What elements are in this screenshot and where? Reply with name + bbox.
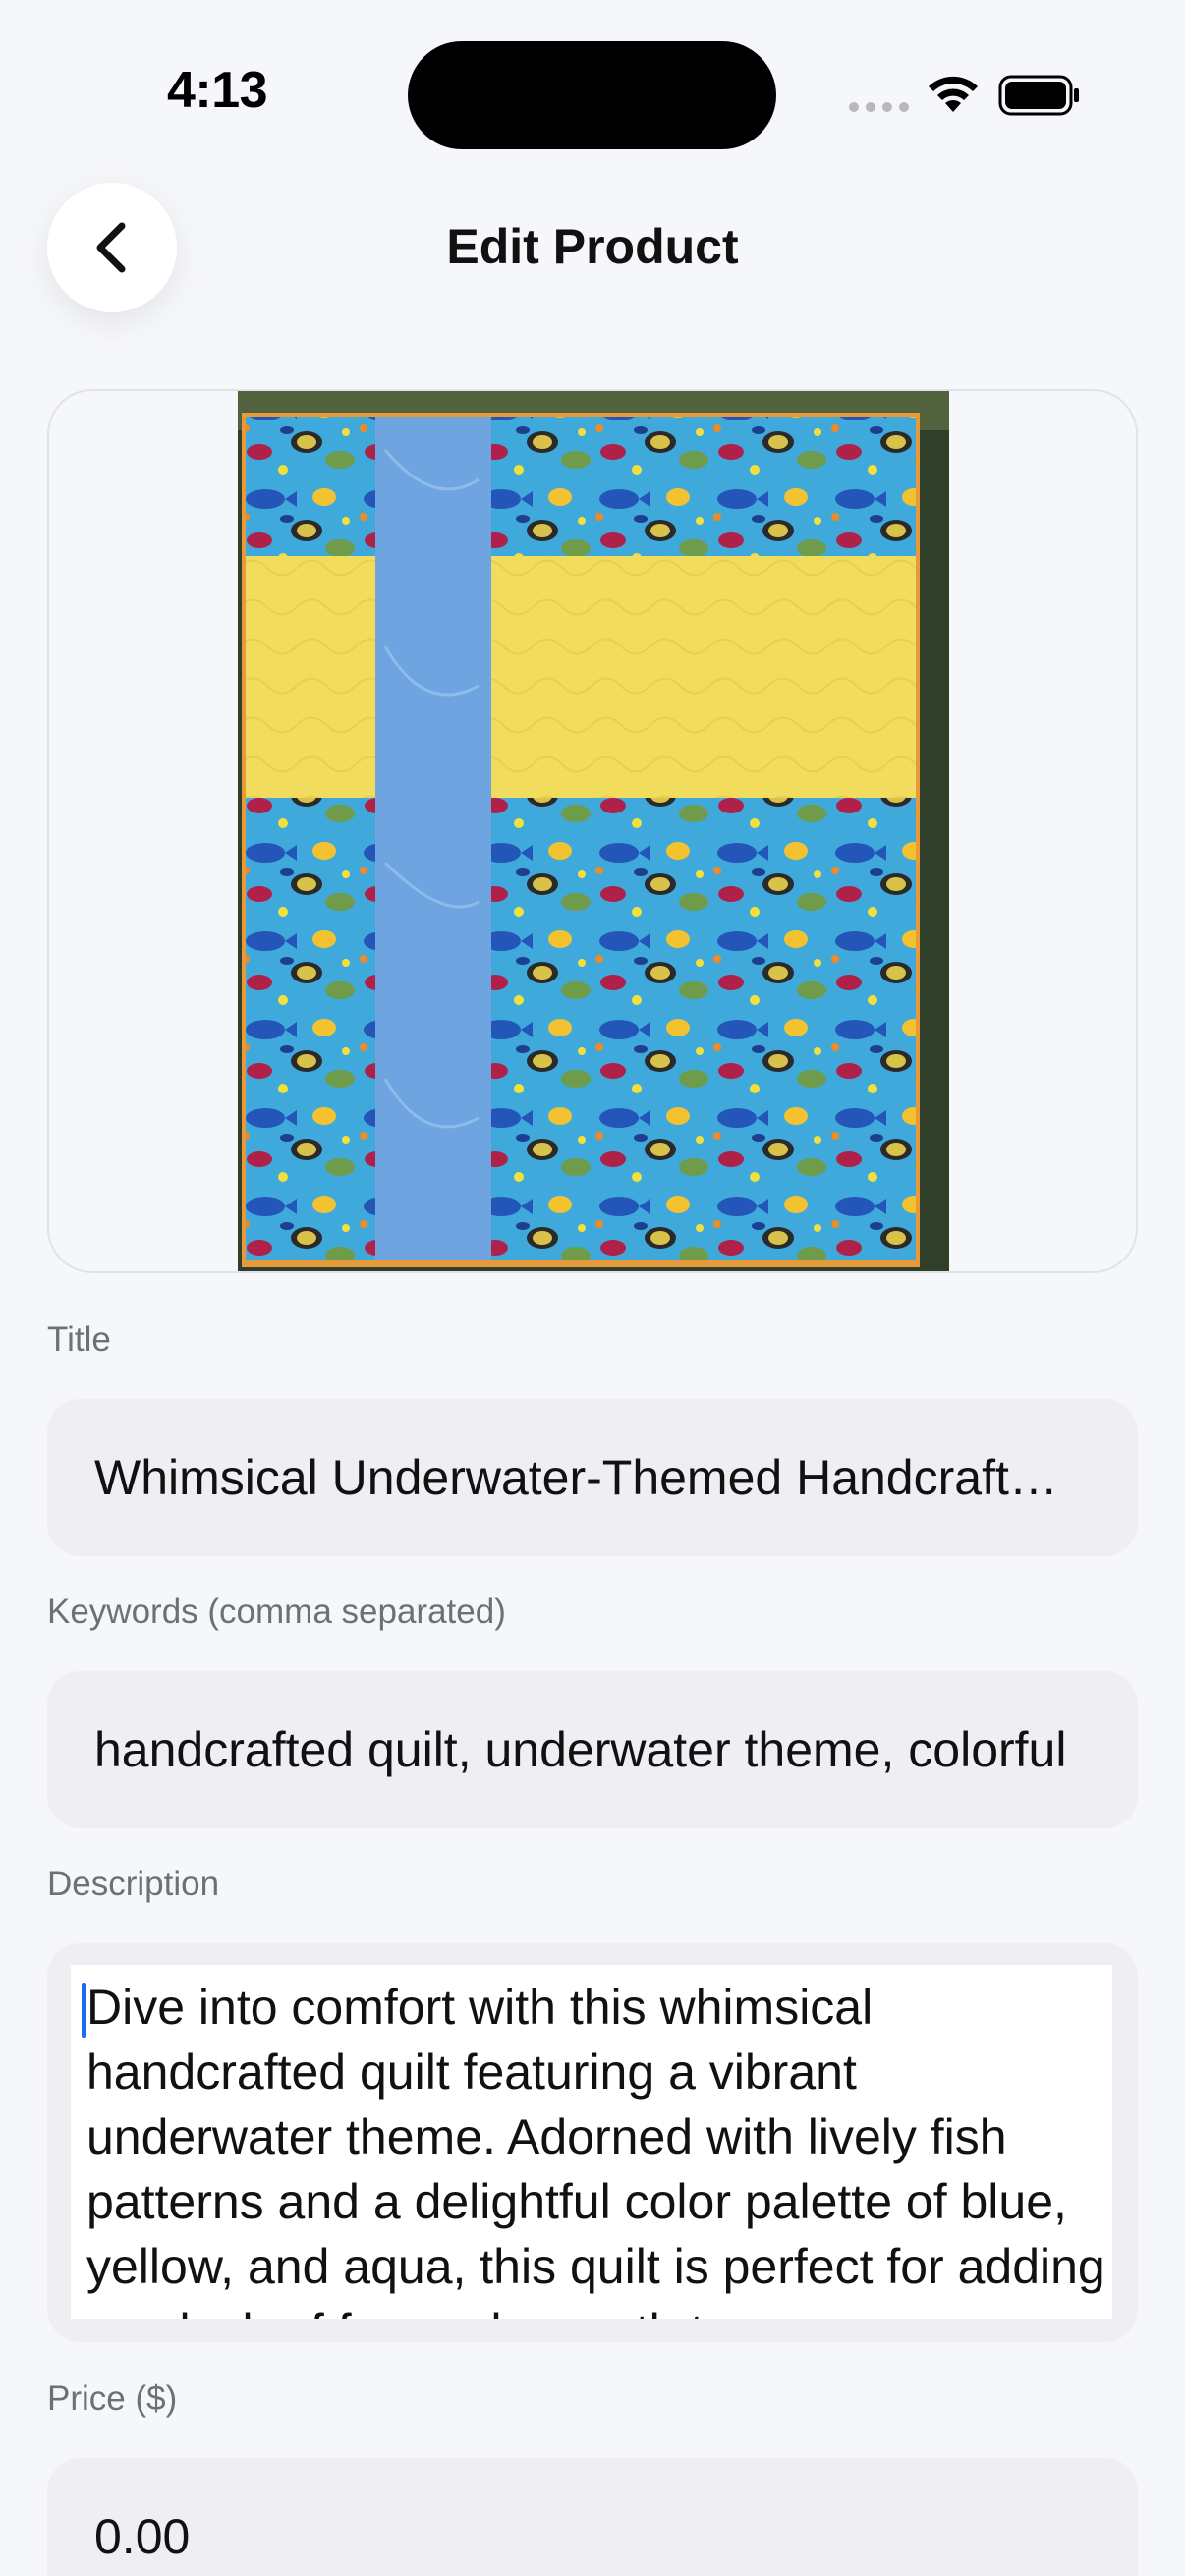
description-label: Description [47, 1865, 220, 1903]
title-label: Title [47, 1320, 111, 1359]
product-image-card[interactable] [47, 389, 1138, 1273]
description-field[interactable]: Dive into comfort with this whimsical ha… [47, 1943, 1138, 2342]
cellular-signal-icon [849, 102, 909, 112]
wifi-icon [926, 73, 981, 121]
battery-icon [998, 75, 1081, 121]
title-field[interactable]: Whimsical Underwater-Themed Handcrafted … [47, 1399, 1138, 1556]
status-time: 4:13 [167, 62, 268, 119]
description-textarea[interactable]: Dive into comfort with this whimsical ha… [71, 1965, 1112, 2319]
description-value: Dive into comfort with this whimsical ha… [86, 1980, 1105, 2319]
keywords-label: Keywords (comma separated) [47, 1593, 506, 1631]
price-value: 0.00 [94, 2509, 191, 2564]
title-value: Whimsical Underwater-Themed Handcrafted … [94, 1450, 1083, 1505]
price-label: Price ($) [47, 2380, 178, 2418]
product-image [238, 391, 949, 1271]
keywords-field[interactable]: handcrafted quilt, underwater theme, col… [47, 1671, 1138, 1828]
dynamic-island [408, 41, 776, 149]
price-field[interactable]: 0.00 [47, 2458, 1138, 2576]
keywords-value: handcrafted quilt, underwater theme, col… [94, 1722, 1067, 1777]
page-title: Edit Product [446, 219, 739, 274]
edit-product-screen: 4:13 Edit Product Title Whimsical Underw… [0, 0, 1185, 2576]
